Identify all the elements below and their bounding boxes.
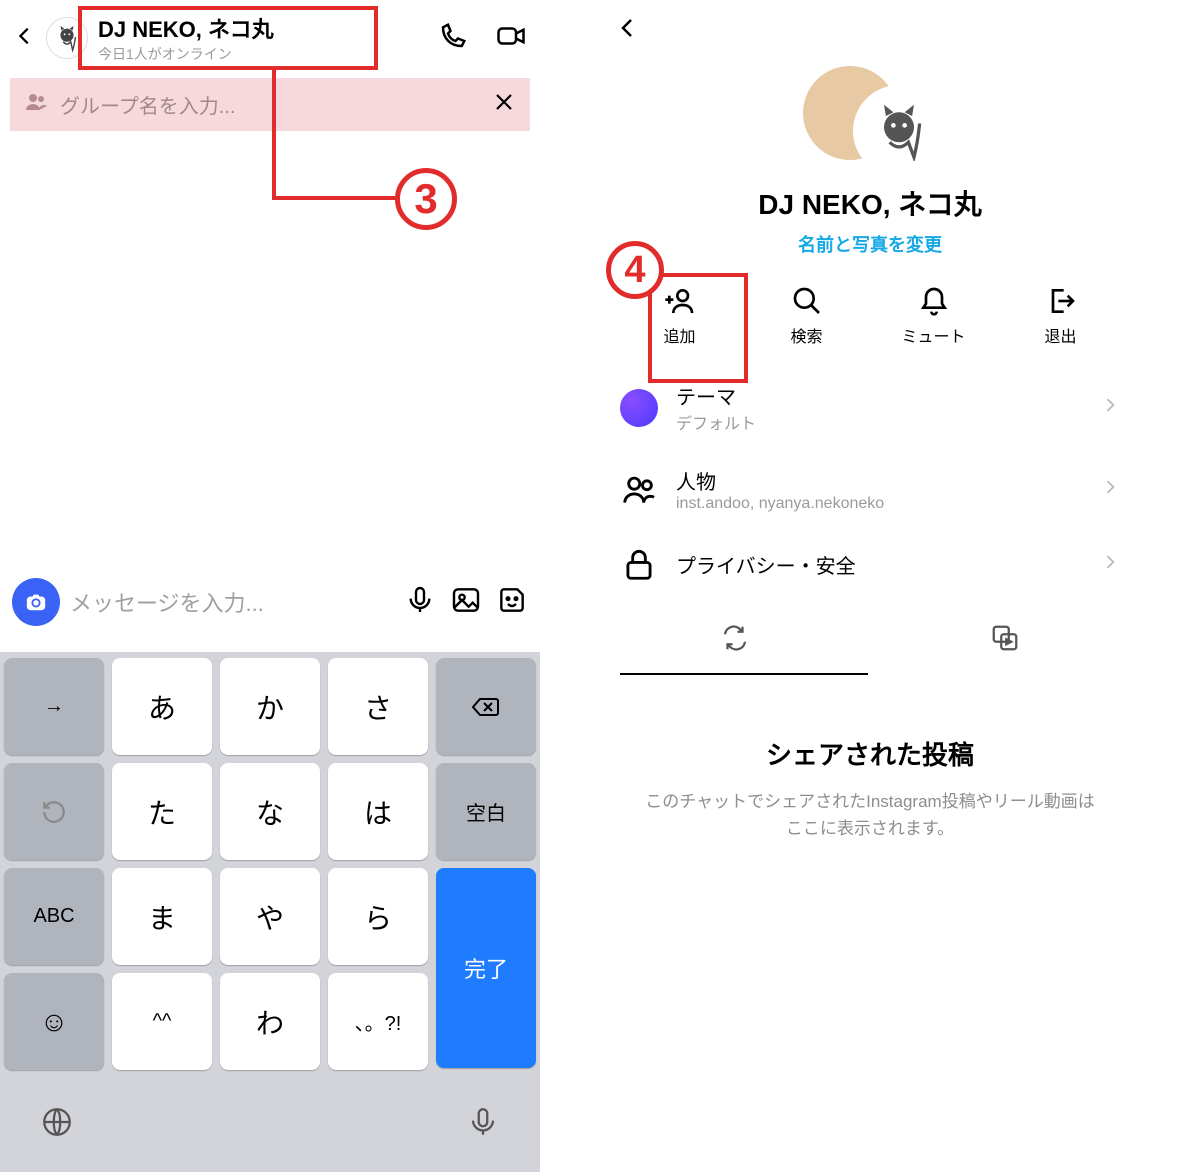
back-button[interactable] (616, 27, 640, 44)
key-space[interactable]: 空白 (436, 763, 536, 860)
people-icon (620, 471, 658, 509)
people-row[interactable]: 人物 inst.andoo, nyanya.nekoneko (600, 450, 1140, 529)
leave-button[interactable]: 退出 (1006, 285, 1116, 347)
lock-icon (620, 545, 658, 583)
message-input[interactable]: メッセージを入力... (70, 586, 394, 618)
key-na[interactable]: な (220, 763, 320, 860)
key-ya[interactable]: や (220, 868, 320, 965)
key-ta[interactable]: た (112, 763, 212, 860)
key-punct[interactable]: 、。?! (328, 973, 428, 1070)
privacy-label: プライバシー・安全 (676, 550, 1082, 579)
key-ma[interactable]: ま (112, 868, 212, 965)
key-backspace[interactable] (436, 658, 536, 755)
chevron-right-icon (1100, 395, 1120, 420)
sticker-icon[interactable] (496, 584, 528, 621)
back-button[interactable] (14, 25, 36, 52)
settings-list: テーマ デフォルト 人物 inst.andoo, nyanya.nekoneko… (600, 365, 1140, 599)
chat-screen: DJ NEKO, ネコ丸 今日1人がオンライン 3 グループ名を入力... メッ… (0, 0, 540, 1172)
key-sa[interactable]: さ (328, 658, 428, 755)
group-icon (24, 90, 48, 119)
info-header (600, 0, 1140, 45)
annotation-badge-4: 4 (606, 241, 664, 299)
annotation-badge-3: 3 (395, 168, 457, 230)
shared-tabs (600, 605, 1140, 673)
info-title: DJ NEKO, ネコ丸 (600, 183, 1140, 223)
annotation-line (272, 196, 402, 200)
key-ra[interactable]: ら (328, 868, 428, 965)
camera-button[interactable] (12, 578, 60, 626)
message-input-row: メッセージを入力... (0, 568, 540, 636)
group-name-input-row: グループ名を入力... (10, 78, 530, 131)
video-call-icon[interactable] (496, 21, 526, 56)
theme-color-icon (620, 389, 658, 427)
clear-icon[interactable] (492, 90, 516, 119)
key-ka[interactable]: か (220, 658, 320, 755)
key-caret[interactable]: ^^ (112, 973, 212, 1070)
image-icon[interactable] (450, 584, 482, 621)
avatar-member-2 (853, 85, 945, 177)
shared-section-desc: このチャットでシェアされたInstagram投稿やリール動画はここに表示されます… (640, 788, 1100, 842)
action-label: 退出 (1044, 323, 1076, 347)
globe-icon[interactable] (40, 1105, 74, 1144)
people-label: 人物 (676, 466, 1082, 495)
key-a[interactable]: あ (112, 658, 212, 755)
chevron-right-icon (1100, 477, 1120, 502)
theme-label: テーマ (676, 381, 1082, 410)
mute-button[interactable]: ミュート (879, 285, 989, 347)
keyboard: → あ か さ た な は 空白 ABC ま や ら 完了 ☺ (0, 652, 540, 1172)
chat-info-screen: DJ NEKO, ネコ丸 名前と写真を変更 4 追加 検索 ミュート 退出 テー… (600, 0, 1140, 1172)
active-tab-underline (620, 673, 868, 675)
key-undo[interactable] (4, 763, 104, 860)
key-wa[interactable]: わ (220, 973, 320, 1070)
privacy-row[interactable]: プライバシー・安全 (600, 529, 1140, 599)
shared-section-title: シェアされた投稿 (600, 735, 1140, 772)
audio-call-icon[interactable] (438, 21, 468, 56)
change-name-photo-link[interactable]: 名前と写真を変更 (600, 231, 1140, 257)
action-label: ミュート (901, 323, 965, 347)
chevron-right-icon (1100, 552, 1120, 577)
annotation-box-4 (648, 273, 748, 383)
group-avatar[interactable] (800, 53, 940, 173)
key-ha[interactable]: は (328, 763, 428, 860)
people-value: inst.andoo, nyanya.nekoneko (676, 495, 1082, 513)
search-button[interactable]: 検索 (752, 285, 862, 347)
action-label: 検索 (790, 323, 822, 347)
key-emoji[interactable]: ☺ (4, 973, 104, 1070)
tab-media[interactable] (870, 613, 1140, 663)
mic-icon[interactable] (404, 584, 436, 621)
key-arrow[interactable]: → (4, 658, 104, 755)
tab-reshares[interactable] (600, 613, 870, 663)
group-name-input[interactable]: グループ名を入力... (60, 90, 480, 119)
annotation-box-3 (78, 6, 378, 70)
annotation-line (272, 70, 276, 200)
theme-value: デフォルト (676, 410, 1082, 434)
key-abc[interactable]: ABC (4, 868, 104, 965)
dictation-icon[interactable] (466, 1105, 500, 1144)
action-row: 4 追加 検索 ミュート 退出 (616, 285, 1124, 347)
